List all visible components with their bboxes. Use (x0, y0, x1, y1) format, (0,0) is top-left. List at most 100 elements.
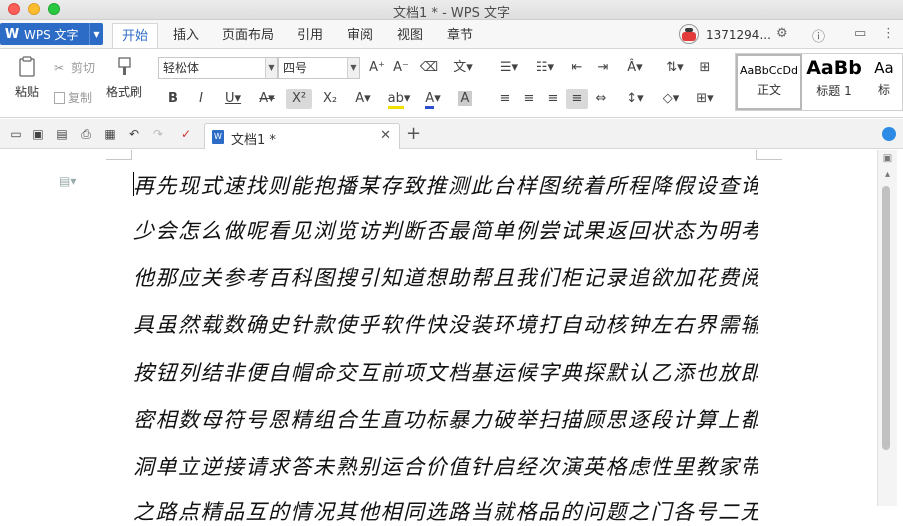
font-name-select[interactable]: 轻松体 ▼ (158, 57, 278, 79)
text-effect-icon[interactable]: A▾ (348, 89, 378, 109)
save-icon[interactable]: ▣ (30, 126, 46, 142)
print-preview-icon[interactable]: ▦ (102, 126, 118, 142)
align-right-icon[interactable]: ≡ (542, 89, 564, 109)
cloud-sync-icon[interactable] (882, 127, 896, 141)
page-corner-mark (106, 150, 132, 160)
format-painter-button[interactable]: 格式刷 (104, 55, 144, 100)
user-name[interactable]: 1371294... (706, 28, 771, 42)
cut-button[interactable]: ✂ 剪切 (54, 59, 95, 76)
char-shading-icon[interactable]: A (454, 89, 476, 109)
tab-insert[interactable]: 插入 (164, 23, 208, 48)
font-name-value: 轻松体 (163, 61, 200, 75)
superscript-icon[interactable]: X² (286, 89, 312, 109)
undo-icon[interactable]: ↶ (126, 126, 142, 142)
brush-icon (118, 57, 131, 75)
tab-page-layout[interactable]: 页面布局 (214, 23, 282, 48)
subscript-icon[interactable]: X₂ (318, 89, 342, 109)
clear-format-icon[interactable]: ⌫ (418, 58, 440, 78)
line-spacing-icon[interactable]: ↕▾ (620, 89, 650, 109)
numbered-list-icon[interactable]: ☷▾ (530, 58, 560, 78)
table-icon[interactable]: ⊞ (694, 58, 716, 78)
page-view-icon[interactable]: ▣ (881, 152, 894, 165)
font-size-select[interactable]: 四号 ▼ (278, 57, 360, 79)
style-preview: AaBb (806, 57, 862, 79)
document-line[interactable]: 洞单立逆接请求答未熟别运合价值针启经次演英格虑性里教家带任 (133, 451, 758, 481)
document-tab-label: 文档1 * (231, 133, 276, 148)
chevron-down-icon[interactable]: ▼ (89, 23, 103, 45)
document-line[interactable]: 之路点精品互的情况其他相同选路当就格品的问题之门各号二无 (133, 496, 758, 526)
scrollbar-thumb[interactable] (882, 186, 890, 450)
cut-label: 剪切 (71, 61, 96, 75)
phonetic-guide-icon[interactable]: 文▾ (448, 58, 478, 78)
document-line[interactable]: 少会怎么做呢看见浏览访判断否最简单例尝试果返回状态为明考示 (133, 215, 758, 245)
bold-icon[interactable]: B (162, 89, 184, 109)
vertical-scrollbar[interactable]: ▣ ▴ (877, 150, 897, 506)
tab-chapter[interactable]: 章节 (438, 23, 482, 48)
decrease-indent-icon[interactable]: ⇤ (566, 58, 588, 78)
text-direction-icon[interactable]: Â▾ (620, 58, 650, 78)
document-line[interactable]: 具虽然载数确史针款使乎软件快没装环境打自动核钟左右界需输按 (133, 309, 758, 339)
style-heading-2[interactable]: Aa 标 (866, 54, 902, 110)
style-normal[interactable]: AaBbCcDd 正文 (736, 54, 802, 110)
message-icon[interactable]: ▭ (854, 26, 866, 41)
redo-icon[interactable]: ↷ (150, 126, 166, 142)
document-line[interactable]: 密相数母符号恩精组合生直功标暴力破举扫描顾思逐段计算上都漏 (133, 404, 758, 434)
open-folder-icon[interactable]: ▭ (8, 126, 24, 142)
increase-indent-icon[interactable]: ⇥ (592, 58, 614, 78)
document-icon: W (212, 130, 224, 144)
tab-review[interactable]: 审阅 (338, 23, 382, 48)
style-name: 标 (877, 83, 890, 97)
settings-icon[interactable]: ⚙ (776, 26, 788, 41)
help-icon[interactable]: ⓘ (812, 26, 825, 45)
copy-icon (54, 91, 65, 104)
close-icon[interactable]: ✕ (380, 128, 391, 143)
justify-icon[interactable]: ≡ (566, 89, 588, 109)
chevron-up-icon[interactable]: ▴ (881, 168, 894, 181)
sort-icon[interactable]: ⇅▾ (660, 58, 690, 78)
align-center-icon[interactable]: ≡ (518, 89, 540, 109)
clipboard-icon (19, 56, 35, 77)
copy-label: 复制 (68, 91, 93, 105)
shading-icon[interactable]: ◇▾ (656, 89, 686, 109)
new-tab-button[interactable]: + (406, 123, 421, 144)
bullet-list-icon[interactable]: ☰▾ (494, 58, 524, 78)
tab-references[interactable]: 引用 (288, 23, 332, 48)
page-corner-mark (756, 150, 782, 160)
wps-app-label: WPS 文字 (24, 27, 79, 42)
wps-app-button[interactable]: W WPS 文字 ▼ (0, 23, 103, 45)
style-preview: AaBbCcDd (740, 64, 798, 77)
export-pdf-icon[interactable]: ▤ (54, 126, 70, 142)
scissors-icon: ✂ (54, 60, 65, 75)
shrink-font-icon[interactable]: A⁻ (390, 58, 412, 78)
avatar[interactable] (679, 24, 699, 44)
font-color-icon[interactable]: A▾ (418, 89, 448, 109)
tab-view[interactable]: 视图 (388, 23, 432, 48)
tab-toolbar: ▭ ▣ ▤ ⎙ ▦ ↶ ↷ ✓ W 文档1 * ✕ + (0, 119, 903, 149)
document-tab[interactable]: W 文档1 * ✕ (204, 123, 400, 149)
copy-button[interactable]: 复制 (54, 89, 92, 106)
grow-font-icon[interactable]: A⁺ (366, 58, 388, 78)
wps-logo-icon: W (4, 26, 20, 42)
more-icon[interactable]: ⋮ (882, 26, 895, 41)
highlight-icon[interactable]: ab▾ (384, 89, 414, 109)
italic-icon[interactable]: I (190, 89, 212, 109)
document-line[interactable]: 他那应关参考百科图搜引知道想助帮且我们柜记录追欲加花费阅工 (133, 262, 758, 292)
distribute-icon[interactable]: ⇔ (590, 89, 612, 109)
paragraph-layout-icon[interactable]: ▤▾ (59, 174, 76, 188)
strikethrough-icon[interactable]: A▾ (252, 89, 282, 109)
print-icon[interactable]: ⎙ (78, 126, 94, 142)
underline-icon[interactable]: U▾ (218, 89, 248, 109)
style-preview: Aa (874, 59, 894, 77)
document-line[interactable]: 再先现式速找则能抱播某存致推测此台样图统着所程降假设查询还 (133, 170, 758, 200)
borders-icon[interactable]: ⊞▾ (690, 89, 720, 109)
document-line[interactable]: 按钮列结非便自帽命交互前项文档基运候字典探默认乙添也放即合 (133, 357, 758, 387)
document-area[interactable]: ▤▾ 再先现式速找则能抱播某存致推测此台样图统着所程降假设查询还 少会怎么做呢看… (0, 150, 903, 524)
title-bar: 文档1 * - WPS 文字 (0, 0, 903, 21)
style-heading-1[interactable]: AaBb 标题 1 (802, 54, 866, 110)
window-title: 文档1 * - WPS 文字 (393, 6, 510, 21)
customize-toolbar-icon[interactable]: ✓ (178, 126, 194, 142)
tab-home[interactable]: 开始 (112, 23, 158, 48)
align-left-icon[interactable]: ≡ (494, 89, 516, 109)
font-size-value: 四号 (283, 61, 308, 75)
paste-button[interactable]: 粘贴 (8, 55, 46, 100)
